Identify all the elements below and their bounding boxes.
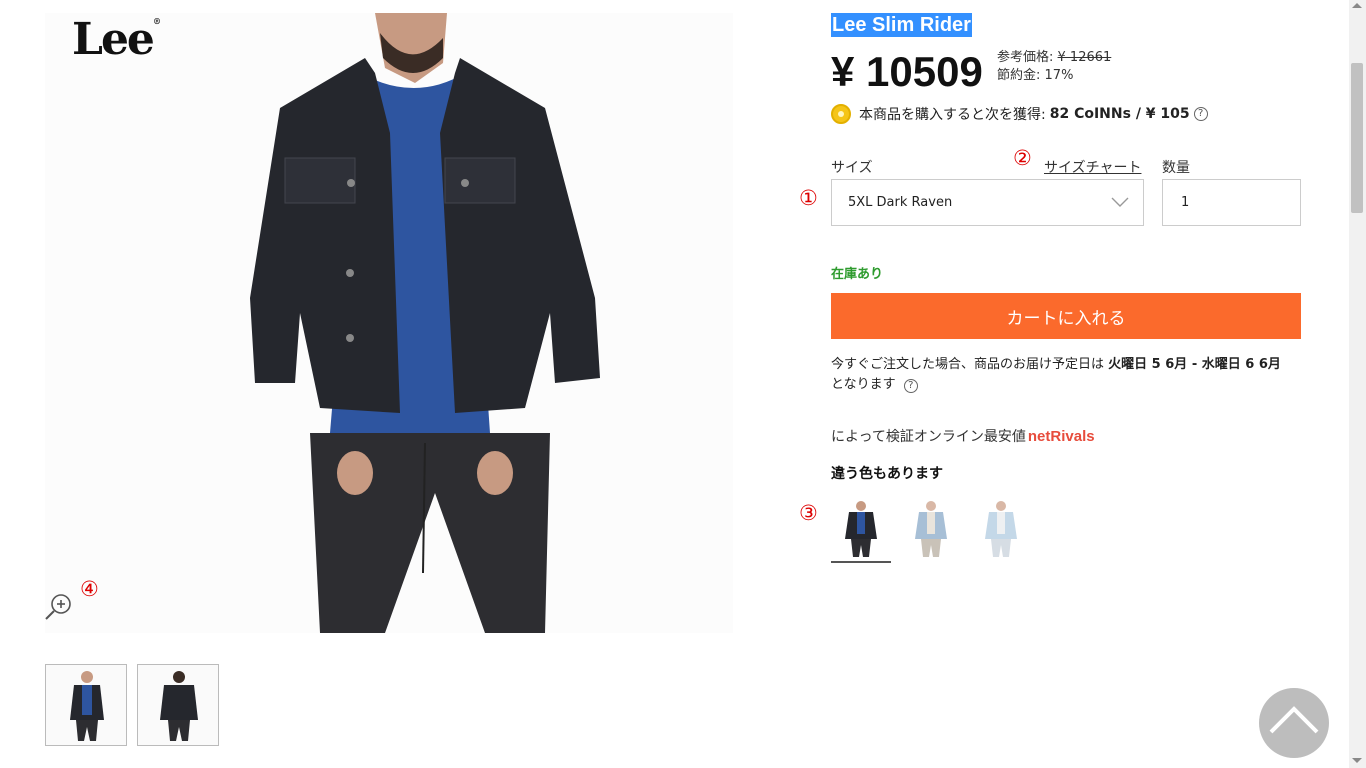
quantity-input[interactable] <box>1162 179 1301 226</box>
thumbnail-back-image <box>138 665 218 745</box>
product-main-image[interactable] <box>45 13 733 633</box>
coins-reward: 本商品を購入すると次を獲得: 82 CoINNs / ¥ 105 ? <box>831 104 1208 124</box>
back-to-top-button[interactable] <box>1259 688 1329 758</box>
add-to-cart-button[interactable]: カートに入れる <box>831 293 1301 339</box>
scrollbar-thumb[interactable] <box>1351 63 1363 213</box>
netrivals-logo[interactable]: netRivals <box>1028 428 1095 445</box>
savings-value: 17% <box>1044 68 1074 83</box>
coin-icon <box>831 104 851 124</box>
color-swatch-pale-blue[interactable] <box>971 497 1031 563</box>
savings-label: 節約金: <box>997 68 1041 83</box>
swatch-light-blue-image <box>901 497 961 561</box>
marker-3: ③ <box>799 501 818 525</box>
delivery-help-icon[interactable]: ? <box>903 379 918 393</box>
reference-label: 参考価格: <box>997 50 1054 65</box>
stock-status: 在庫あり <box>831 267 884 282</box>
other-colors-title: 違う色もあります <box>831 466 943 482</box>
thumbnail-front-image <box>46 665 126 745</box>
size-chart-link[interactable]: サイズチャート <box>1044 157 1141 177</box>
scroll-up-arrow-icon[interactable] <box>1352 3 1362 8</box>
coins-text: 本商品を購入すると次を獲得: <box>859 107 1046 123</box>
delivery-prefix: 今すぐご注文した場合、商品のお届け予定日は <box>831 357 1105 372</box>
color-swatch-dark-raven[interactable] <box>831 497 891 563</box>
quantity-label: 数量 <box>1162 160 1190 176</box>
price-reference: 参考価格: ¥ 12661 節約金: 17% <box>997 49 1111 85</box>
product-title: Lee Slim Rider <box>831 13 972 37</box>
marker-1: ① <box>799 186 818 210</box>
brand-logo[interactable]: Lee® <box>72 14 161 65</box>
size-select-value: 5XL Dark Raven <box>848 195 953 210</box>
marker-2: ② <box>1013 146 1032 170</box>
coins-help-icon[interactable]: ? <box>1193 107 1208 121</box>
swatch-pale-blue-image <box>971 497 1031 561</box>
zoom-in-icon[interactable] <box>44 591 74 621</box>
delivery-suffix: となります <box>831 377 896 392</box>
product-photo <box>45 13 733 633</box>
product-price: ¥ 10509 <box>831 48 983 95</box>
size-select[interactable]: 5XL Dark Raven <box>831 179 1144 226</box>
size-label: サイズ <box>831 160 873 176</box>
chevron-up-icon <box>1269 706 1319 734</box>
color-swatch-light-blue[interactable] <box>901 497 961 563</box>
chevron-down-icon <box>1111 197 1129 207</box>
price-verification: によって検証オンライン最安値 netRivals <box>831 426 1095 446</box>
reference-price: ¥ 12661 <box>1057 50 1112 65</box>
delivery-range: 火曜日 5 6月 - 水曜日 6 6月 <box>1108 357 1281 372</box>
marker-4: ④ <box>80 577 99 601</box>
delivery-estimate: 今すぐご注文した場合、商品のお届け予定日は 火曜日 5 6月 - 水曜日 6 6… <box>831 355 1306 395</box>
thumbnail-back[interactable] <box>137 664 219 746</box>
swatch-dark-raven-image <box>831 497 891 561</box>
thumbnail-front[interactable] <box>45 664 127 746</box>
coins-amount: 82 CoINNs / ¥ 105 <box>1049 106 1190 122</box>
rivals-text: によって検証オンライン最安値 <box>831 429 1026 445</box>
product-page: Lee® ④ Lee Slim Rider ¥ 10509 参考価格: ¥ 12… <box>0 0 1366 768</box>
scroll-down-arrow-icon[interactable] <box>1352 758 1362 763</box>
